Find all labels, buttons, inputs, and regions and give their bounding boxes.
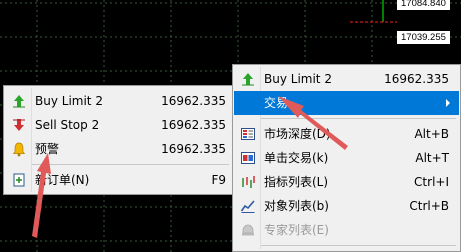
menu-item-label: 对象列表(b) [264,199,329,213]
menu-item-label: Buy Limit 2 [35,94,103,108]
menu-item-new-order[interactable]: 新订单(N) F9 [5,168,232,192]
menu-item-buy-limit[interactable]: Buy Limit 2 16962.335 [234,67,459,91]
menu-item-experts-list[interactable]: 专家列表(E) [234,218,459,242]
menu-item-alert[interactable]: 预警 16962.335 [5,137,232,161]
new-order-icon [13,173,25,187]
menu-item-one-click-trading[interactable]: 单击交易(k) Alt+T [234,146,459,170]
right-context-menu: Buy Limit 2 16962.335 交易 市场深度(D) Alt+B 单… [232,64,461,252]
one-click-trading-icon [241,152,255,164]
menu-item-shortcut: F9 [211,173,226,187]
submenu-arrow-icon [446,99,450,107]
menu-item-shortcut: Alt+B [414,127,449,141]
experts-list-icon [242,224,254,236]
menu-item-label: 专家列表(E) [264,223,329,237]
sell-stop-arrow-icon [13,119,25,131]
menu-separator [261,118,456,119]
alarm-bell-icon [12,142,26,157]
price-label-mid: 17039.255 [397,31,450,44]
menu-separator [261,245,456,246]
price-label-high: 17084.840 [397,0,450,10]
menu-separator [32,164,229,165]
menu-item-label: Buy Limit 2 [264,72,332,86]
menu-item-label: 指标列表(L) [264,175,329,189]
objects-list-icon [240,200,255,213]
menu-item-label: 预警 [35,142,60,156]
indicators-list-icon [242,176,255,188]
menu-item-buy-limit[interactable]: Buy Limit 2 16962.335 [5,89,232,113]
menu-item-label: 交易 [264,96,289,110]
menu-item-label: Sell Stop 2 [35,118,100,132]
menu-item-label: 新订单(N) [35,173,90,187]
buy-limit-arrow-icon [242,73,254,86]
menu-item-price: 16962.335 [161,94,226,108]
menu-item-label: 单击交易(k) [264,151,329,165]
buy-limit-arrow-icon [13,95,25,108]
menu-item-indicators-list[interactable]: 指标列表(L) Ctrl+I [234,170,459,194]
market-depth-icon [241,128,255,140]
menu-item-price: 16962.335 [161,142,226,156]
left-context-menu: Buy Limit 2 16962.335 Sell Stop 2 16962.… [3,85,234,195]
menu-item-shortcut: Ctrl+B [409,199,449,213]
menu-item-label: 市场深度(D) [264,127,331,141]
menu-item-shortcut: Alt+T [415,151,449,165]
menu-item-price: 16962.335 [161,118,226,132]
menu-item-trade[interactable]: 交易 [234,91,459,115]
menu-item-price: 16962.335 [384,72,449,86]
menu-item-market-depth[interactable]: 市场深度(D) Alt+B [234,122,459,146]
menu-item-objects-list[interactable]: 对象列表(b) Ctrl+B [234,194,459,218]
menu-item-sell-stop[interactable]: Sell Stop 2 16962.335 [5,113,232,137]
menu-item-shortcut: Ctrl+I [414,175,449,189]
